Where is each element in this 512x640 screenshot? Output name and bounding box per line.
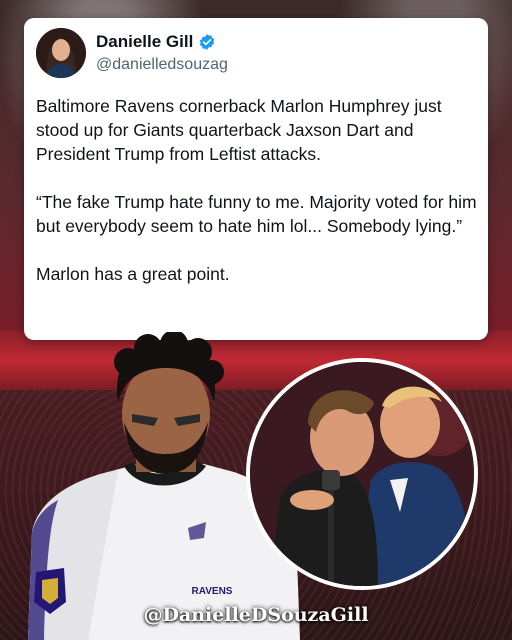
author-handle[interactable]: @danielledsouzag [96,56,228,74]
embrace-photo [250,362,474,586]
avatar[interactable] [36,28,86,78]
watermark-text: @DanielleDSouzaGill [143,604,369,626]
tweet-paragraph: “The fake Trump hate funny to me. Majori… [36,192,477,236]
inset-photo [246,358,478,590]
avatar-portrait [36,28,86,78]
author-name-row: Danielle Gill [96,32,216,52]
tweet-body: Baltimore Ravens cornerback Marlon Humph… [36,94,480,286]
tweet-paragraph: Baltimore Ravens cornerback Marlon Humph… [36,96,442,164]
author-name[interactable]: Danielle Gill [96,32,193,52]
tweet-paragraph: Marlon has a great point. [36,264,230,284]
jersey-wordmark: RAVENS [192,586,233,597]
verified-badge-icon [200,34,215,50]
tweet-card: Danielle Gill @danielledsouzag Baltimore… [24,18,488,340]
